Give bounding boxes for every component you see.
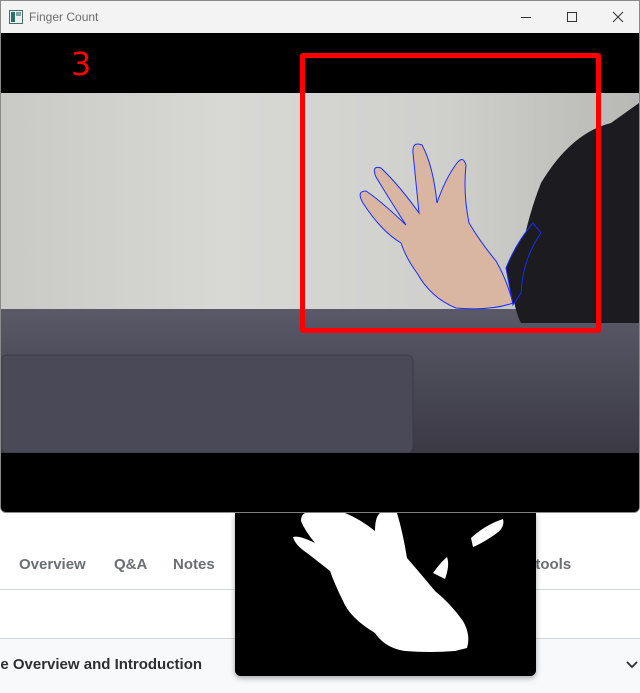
tab-qa[interactable]: Q&A	[114, 556, 147, 573]
close-button[interactable]	[595, 1, 639, 33]
hand-mask-window	[235, 513, 536, 676]
chevron-down-icon[interactable]	[624, 657, 640, 673]
window-titlebar[interactable]: Finger Count	[1, 1, 639, 34]
maximize-icon	[567, 12, 577, 22]
finger-count-window: Finger Count 3	[0, 0, 640, 513]
app-window-icon	[9, 10, 23, 24]
section-title: se Overview and Introduction	[0, 656, 203, 673]
minimize-button[interactable]	[503, 1, 549, 33]
window-title: Finger Count	[29, 10, 99, 24]
minimize-icon	[521, 17, 531, 18]
tab-notes[interactable]: Notes	[173, 556, 215, 573]
finger-count-value: 3	[71, 45, 92, 83]
close-icon	[612, 11, 624, 23]
region-of-interest-box	[300, 53, 601, 333]
tab-overview[interactable]: Overview	[19, 556, 86, 573]
hand-mask-image	[235, 513, 536, 676]
maximize-button[interactable]	[549, 1, 595, 33]
camera-view: 3	[1, 33, 639, 512]
